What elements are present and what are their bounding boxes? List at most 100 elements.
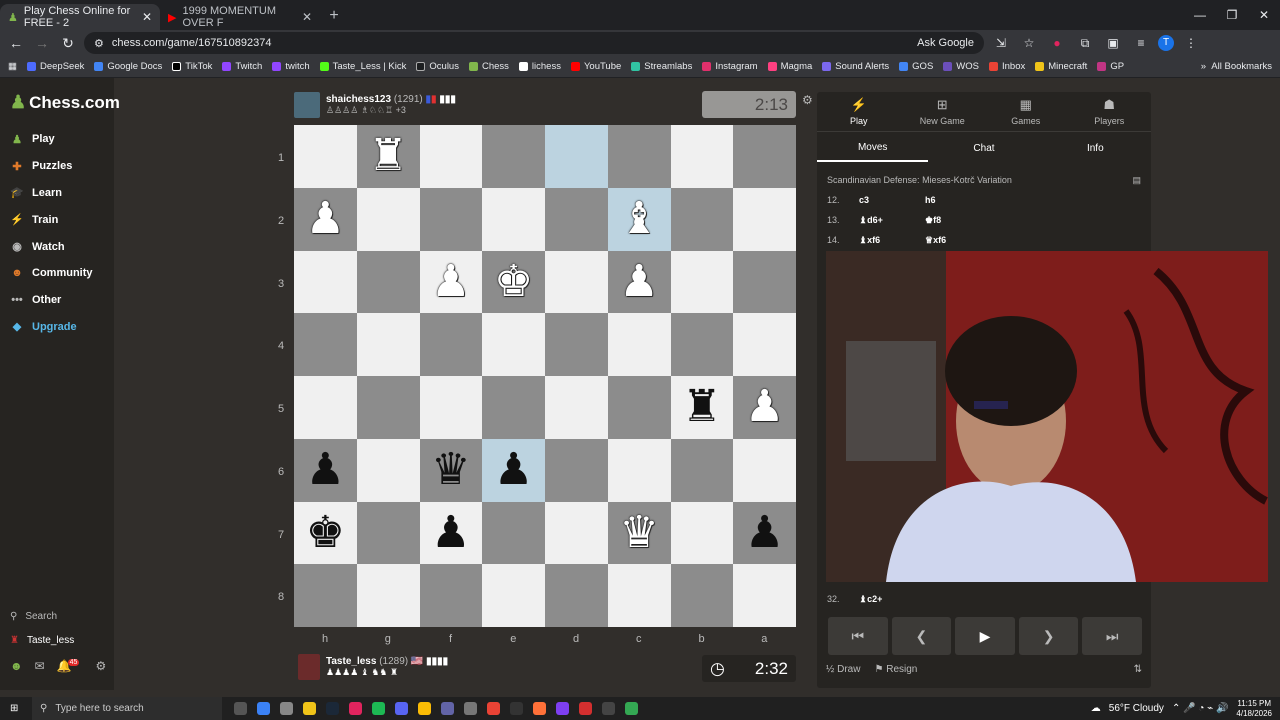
square-h5[interactable] <box>294 376 357 439</box>
spotify-icon[interactable] <box>372 702 385 715</box>
settings-gear-icon[interactable]: ⚙ <box>95 659 106 673</box>
white-move[interactable]: ♝xf6 <box>859 235 925 246</box>
bookmark-item[interactable]: Twitch <box>222 61 262 72</box>
next-move-button[interactable]: ❯ <box>1018 617 1079 655</box>
white-pawn-piece[interactable]: ♟ <box>306 197 345 241</box>
square-e2[interactable] <box>482 187 545 251</box>
move-row[interactable]: 14. ♝xf6 ♕xf6 <box>817 230 1151 250</box>
firefox-icon[interactable] <box>533 702 546 715</box>
move-row[interactable]: 12. c3 h6 <box>817 190 1151 210</box>
bookmark-item[interactable]: Taste_Less | Kick <box>319 61 406 72</box>
bell-icon[interactable]: 🔔45 <box>57 659 84 673</box>
square-d5[interactable] <box>545 376 608 439</box>
square-d1[interactable] <box>545 125 608 188</box>
chrome-icon[interactable] <box>418 702 431 715</box>
sidebar-item-community[interactable]: ☻ Community <box>10 260 114 287</box>
taskbar-search[interactable]: ⚲ Type here to search <box>32 697 222 720</box>
square-a2[interactable] <box>733 187 796 251</box>
square-b6[interactable] <box>670 438 734 502</box>
square-g5[interactable] <box>356 376 420 439</box>
square-b3[interactable] <box>670 250 734 314</box>
app-icon[interactable] <box>464 702 477 715</box>
square-f3[interactable]: ♟ <box>419 250 483 314</box>
square-e1[interactable] <box>482 125 545 188</box>
white-move[interactable]: ♝d6+ <box>859 215 925 226</box>
avatar[interactable] <box>298 654 320 680</box>
profile-avatar[interactable]: T <box>1158 35 1174 51</box>
board-settings-icon[interactable]: ⚙ <box>802 93 813 107</box>
sidebar-item-train[interactable]: ⚡ Train <box>10 206 114 233</box>
square-c4[interactable] <box>607 313 671 376</box>
square-c8[interactable] <box>607 564 671 627</box>
resign-button[interactable]: ⚑ Resign <box>874 664 917 675</box>
bookmark-item[interactable]: twitch <box>272 61 310 72</box>
square-d4[interactable] <box>545 313 608 376</box>
first-move-button[interactable]: ⏮ <box>828 617 888 655</box>
white-pawn-piece[interactable]: ♟ <box>431 259 470 304</box>
close-tab-icon[interactable]: ✕ <box>142 10 152 24</box>
bookmark-item[interactable]: Oculus <box>416 61 459 72</box>
bookmark-item[interactable]: Inbox <box>989 61 1025 72</box>
square-b7[interactable] <box>670 501 734 565</box>
back-icon[interactable]: ← <box>6 35 26 51</box>
sidebar-item-learn[interactable]: 🎓 Learn <box>10 180 114 207</box>
friends-icon[interactable]: ☻ <box>10 659 23 673</box>
square-e7[interactable] <box>482 501 545 565</box>
install-icon[interactable]: ⇲ <box>990 36 1012 50</box>
terminal-icon[interactable] <box>510 702 523 715</box>
chess-board[interactable]: ♜ ♟ ♝ ♟ ♚ ♟ ♜ ♟ ♟ ♛ ♟ ♚ ♟ ♛ ♟ <box>294 125 796 627</box>
windows-start-icon[interactable]: ⊞ <box>10 703 18 714</box>
tab-info[interactable]: Info <box>1040 134 1151 162</box>
white-pawn-piece[interactable]: ♟ <box>745 385 784 429</box>
square-b2[interactable] <box>670 187 734 251</box>
sidebar-icon[interactable]: ▣ <box>1102 36 1124 50</box>
media-icon[interactable]: ≡ <box>1130 36 1152 50</box>
black-move[interactable]: h6 <box>925 195 991 205</box>
white-bishop-piece[interactable]: ♝ <box>619 197 658 241</box>
bookmark-item[interactable]: Streamlabs <box>631 61 692 72</box>
task-view-icon[interactable] <box>234 702 247 715</box>
vivaldi-icon[interactable] <box>556 702 569 715</box>
discord-icon[interactable] <box>395 702 408 715</box>
bookmark-item[interactable]: GP <box>1097 61 1124 72</box>
black-move[interactable]: ♕xf6 <box>925 235 991 246</box>
square-d8[interactable] <box>545 564 608 627</box>
previous-move-button[interactable]: ❮ <box>891 617 952 655</box>
square-h7[interactable]: ♚ <box>294 501 357 565</box>
square-a6[interactable] <box>733 438 796 502</box>
move-row[interactable]: 13. ♝d6+ ♚f8 <box>817 210 1151 230</box>
sidebar-item-puzzles[interactable]: ✚ Puzzles <box>10 153 114 180</box>
black-pawn-piece[interactable]: ♟ <box>306 448 345 492</box>
square-a8[interactable] <box>733 564 796 627</box>
square-f5[interactable] <box>419 376 483 439</box>
sidebar-item-watch[interactable]: ◉ Watch <box>10 233 114 260</box>
obs-icon[interactable] <box>602 702 615 715</box>
white-move[interactable]: c3 <box>859 195 925 205</box>
square-c2[interactable]: ♝ <box>607 187 671 251</box>
square-e4[interactable] <box>482 313 545 376</box>
square-b5[interactable]: ♜ <box>670 376 734 439</box>
flip-board-icon[interactable]: ⇅ <box>1134 664 1142 675</box>
draw-button[interactable]: ½ Draw <box>826 664 860 675</box>
tab-games[interactable]: ▦ Games <box>984 92 1068 131</box>
square-g6[interactable] <box>356 438 420 502</box>
app-icon[interactable] <box>280 702 293 715</box>
square-a7[interactable]: ♟ <box>733 501 796 565</box>
apps-icon[interactable]: ▦ <box>8 61 17 72</box>
square-c1[interactable] <box>607 125 671 188</box>
bookmark-item[interactable]: Sound Alerts <box>822 61 889 72</box>
tray-icons[interactable]: ⌃ 🎤 ◔ ⌁ 🔊 <box>1172 703 1228 714</box>
sidebar-item-other[interactable]: ••• Other <box>10 287 114 314</box>
bookmark-item[interactable]: DeepSeek <box>26 61 84 72</box>
square-f7[interactable]: ♟ <box>419 501 483 565</box>
app-icon[interactable] <box>579 702 592 715</box>
file-explorer-icon[interactable] <box>303 702 316 715</box>
steam-icon[interactable] <box>326 702 339 715</box>
book-icon[interactable]: ▤ <box>1132 175 1141 186</box>
square-c5[interactable] <box>607 376 671 439</box>
black-pawn-piece[interactable]: ♟ <box>431 510 470 555</box>
square-g4[interactable] <box>356 313 420 376</box>
omnibox[interactable]: ⚙ chess.com/game/167510892374 Ask Google <box>84 32 984 54</box>
square-b4[interactable] <box>670 313 734 376</box>
chrome-active-icon[interactable] <box>625 702 638 715</box>
